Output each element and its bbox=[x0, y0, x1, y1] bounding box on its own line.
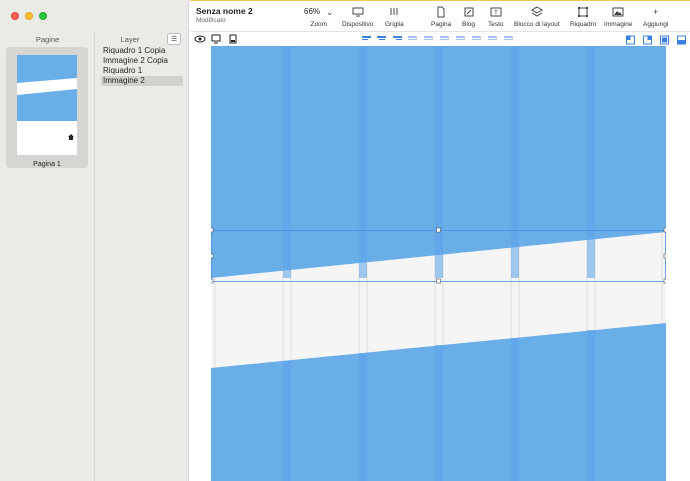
align-top-icon[interactable] bbox=[408, 36, 417, 43]
page-artboard[interactable] bbox=[211, 46, 666, 481]
plus-icon: + bbox=[653, 7, 659, 17]
resize-handle[interactable] bbox=[211, 253, 214, 259]
layers-panel-title: Layer bbox=[120, 35, 140, 44]
maximize-window-button[interactable] bbox=[39, 12, 47, 20]
resize-bottom-icon[interactable] bbox=[677, 35, 686, 45]
image-button[interactable]: Immagine bbox=[604, 6, 633, 28]
resize-top-right-icon[interactable] bbox=[643, 35, 652, 45]
page-thumbnail bbox=[17, 55, 77, 155]
mobile-icon[interactable] bbox=[228, 34, 238, 44]
grid-columns-icon bbox=[390, 8, 398, 15]
distribute-horizontal-icon[interactable] bbox=[456, 36, 465, 43]
desktop-icon[interactable] bbox=[211, 34, 221, 44]
add-label: Aggiungi bbox=[643, 21, 669, 28]
box-label: Riquadro bbox=[570, 21, 597, 28]
text-icon: T bbox=[490, 7, 502, 17]
svg-text:T: T bbox=[494, 11, 498, 17]
device-button[interactable]: Dispositivo bbox=[342, 6, 373, 28]
layer-item[interactable]: Immagine 2 Copia bbox=[101, 56, 183, 66]
window-controls bbox=[11, 12, 47, 20]
minimize-window-button[interactable] bbox=[25, 12, 33, 20]
layout-block-label: Blocco di layout bbox=[514, 21, 560, 28]
list-icon: ☰ bbox=[170, 36, 178, 43]
page-thumbnail-card[interactable]: Pagina 1 bbox=[6, 47, 88, 168]
resize-top-left-icon[interactable] bbox=[626, 35, 635, 45]
document-title: Senza nome 2 bbox=[196, 6, 253, 16]
top-toolbar: Senza nome 2 Modificato 66% ⌄ Zoom Dispo… bbox=[190, 0, 690, 32]
blog-label: Blog bbox=[462, 21, 476, 28]
layer-options-button[interactable]: ☰ bbox=[167, 33, 181, 45]
resize-fill-icon[interactable] bbox=[660, 35, 669, 45]
layer-item[interactable]: Riquadro 1 bbox=[101, 66, 183, 76]
image-label: Immagine bbox=[604, 21, 633, 28]
align-middle-icon[interactable] bbox=[424, 36, 433, 43]
resize-handle[interactable] bbox=[211, 227, 214, 233]
pages-panel: Pagine Pagina 1 bbox=[0, 31, 95, 481]
close-window-button[interactable] bbox=[11, 12, 19, 20]
canvas-gutter-right bbox=[666, 46, 690, 481]
align-center-icon[interactable] bbox=[377, 36, 386, 43]
eye-icon[interactable] bbox=[194, 34, 206, 44]
document-status: Modificato bbox=[196, 17, 226, 24]
layers-icon bbox=[530, 6, 543, 17]
device-label: Dispositivo bbox=[342, 21, 374, 28]
box-button[interactable]: Riquadro bbox=[570, 6, 596, 28]
home-icon bbox=[68, 134, 74, 140]
zoom-value: 66% bbox=[304, 7, 321, 16]
align-right-icon[interactable] bbox=[393, 36, 402, 43]
pages-panel-title: Pagine bbox=[35, 35, 60, 44]
align-bottom-icon[interactable] bbox=[440, 36, 449, 43]
resize-handle[interactable] bbox=[436, 227, 441, 233]
layer-item-selected[interactable]: Immagine 2 bbox=[101, 76, 183, 86]
chevron-down-icon: ⌄ bbox=[326, 7, 334, 17]
image-icon bbox=[612, 7, 624, 17]
layer-list: Riquadro 1 Copia Immagine 2 Copia Riquad… bbox=[101, 46, 183, 86]
layers-panel: Layer ☰ Riquadro 1 Copia Immagine 2 Copi… bbox=[96, 31, 189, 481]
left-pane: Pagine Pagina 1 Layer ☰ Riquadro 1 Copia bbox=[0, 0, 189, 481]
blog-icon bbox=[464, 7, 473, 17]
zoom-label: Zoom bbox=[310, 21, 328, 28]
resize-handle[interactable] bbox=[211, 278, 214, 284]
page-label: Pagina 1 bbox=[33, 161, 61, 168]
window-top-accent bbox=[190, 0, 690, 1]
match-width-icon[interactable] bbox=[488, 36, 497, 43]
text-button[interactable]: T Testo bbox=[488, 6, 504, 28]
canvas-gutter-left bbox=[190, 46, 211, 481]
layer-item[interactable]: Riquadro 1 Copia bbox=[101, 46, 183, 56]
design-canvas[interactable] bbox=[190, 46, 690, 481]
grid-label: Griglia bbox=[385, 21, 404, 28]
distribute-vertical-icon[interactable] bbox=[472, 36, 481, 43]
canvas-subtoolbar bbox=[190, 32, 690, 46]
align-left-icon[interactable] bbox=[362, 36, 371, 43]
page-label-tool: Pagina bbox=[431, 21, 452, 28]
box-icon bbox=[578, 7, 589, 17]
add-button[interactable]: + Aggiungi bbox=[643, 6, 668, 28]
page-icon bbox=[437, 6, 445, 18]
grid-button[interactable]: Griglia bbox=[385, 6, 404, 28]
text-label: Testo bbox=[488, 21, 504, 28]
monitor-icon bbox=[352, 7, 364, 17]
zoom-control[interactable]: 66% ⌄ Zoom bbox=[304, 6, 334, 28]
match-height-icon[interactable] bbox=[504, 36, 513, 43]
page-button[interactable]: Pagina bbox=[431, 6, 451, 28]
resize-handle[interactable] bbox=[436, 278, 441, 284]
blog-button[interactable]: Blog bbox=[462, 6, 475, 28]
layout-block-button[interactable]: Blocco di layout bbox=[514, 6, 560, 28]
